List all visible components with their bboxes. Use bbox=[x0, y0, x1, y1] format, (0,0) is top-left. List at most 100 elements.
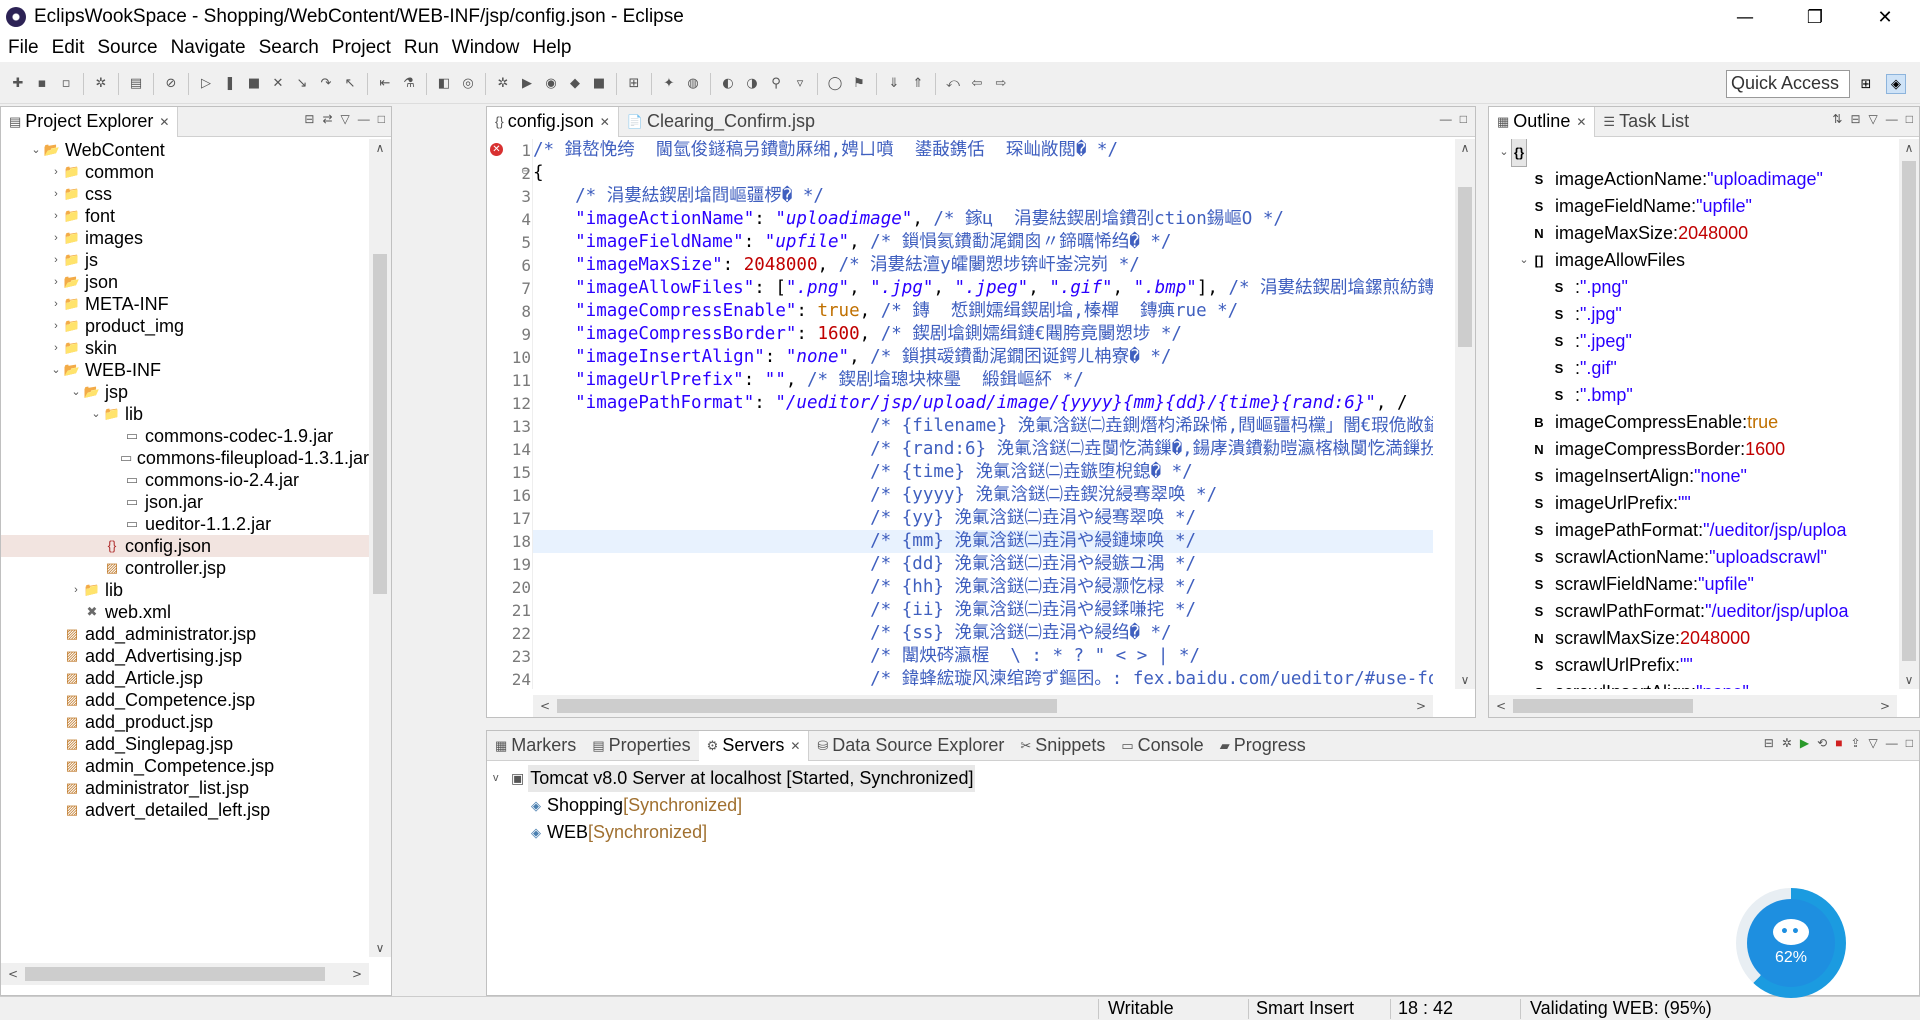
floating-progress-widget[interactable]: •• 62% bbox=[1736, 888, 1846, 998]
outline-item[interactable]: S : ".jpeg" bbox=[1489, 328, 1897, 355]
outline-item-scrawlactionname[interactable]: SscrawlActionName : "uploadscrawl" bbox=[1489, 544, 1897, 571]
scroll-thumb[interactable] bbox=[25, 967, 325, 981]
save-all-icon[interactable]: ▫ bbox=[57, 75, 75, 93]
maximize-button[interactable]: ❐ bbox=[1780, 0, 1850, 34]
tab-markers[interactable]: ▦ Markers bbox=[487, 731, 584, 761]
tree-item-config-json[interactable]: {} config.json bbox=[1, 535, 369, 557]
collapsed-chevron-icon[interactable]: › bbox=[49, 293, 63, 315]
browse-icon[interactable]: ◎ bbox=[459, 75, 477, 93]
code-area[interactable]: /* 鍓嶅悗绔 閫氫俊鐩稿叧鐨勯厤缃,娉ㄩ噴 鍙敮鎸佸 琛屾敞閲� */ { /*… bbox=[533, 139, 1433, 689]
search-icon[interactable]: ⚲ bbox=[767, 75, 785, 93]
tree-item-add-article-jsp[interactable]: ▨ add_Article.jsp bbox=[1, 667, 369, 689]
coverage-icon[interactable]: ◉ bbox=[542, 75, 560, 93]
server-module-shopping[interactable]: ◈ Shopping [Synchronized] bbox=[487, 792, 1919, 819]
outline-item-imagecompressborder[interactable]: NimageCompressBorder : 1600 bbox=[1489, 436, 1897, 463]
outline-item-scrawlinsertalign[interactable]: SscrawlInsertAlign : "none" bbox=[1489, 679, 1897, 689]
tree-item-skin[interactable]: › 📁 skin bbox=[1, 337, 369, 359]
outline-item-imageactionname[interactable]: SimageActionName : "uploadimage" bbox=[1489, 166, 1897, 193]
collapsed-chevron-icon[interactable]: › bbox=[49, 227, 63, 249]
scroll-thumb[interactable] bbox=[1458, 187, 1472, 347]
start-server-icon[interactable]: ▶ bbox=[1800, 736, 1809, 750]
tree-item-add-advertising-jsp[interactable]: ▨ add_Advertising.jsp bbox=[1, 645, 369, 667]
tree-item-add-administrator-jsp[interactable]: ▨ add_administrator.jsp bbox=[1, 623, 369, 645]
skip-breakpoints-icon[interactable]: ⊘ bbox=[162, 75, 180, 93]
close-button[interactable]: ✕ bbox=[1850, 0, 1920, 34]
tree-item-commons-fileupload-1-3-1-jar[interactable]: ▭ commons-fileupload-1.3.1.jar bbox=[1, 447, 369, 469]
tree-item-add-singlepag-jsp[interactable]: ▨ add_Singlepag.jsp bbox=[1, 733, 369, 755]
tree-item-web-inf[interactable]: ⌄ 📂 WEB-INF bbox=[1, 359, 369, 381]
search-menu-icon[interactable]: ▿ bbox=[791, 75, 809, 93]
outline-item-imagepathformat[interactable]: SimagePathFormat : "/ueditor/jsp/uploa bbox=[1489, 517, 1897, 544]
view-menu-icon[interactable]: ▽ bbox=[341, 112, 350, 126]
outline-item[interactable]: ⌄{} bbox=[1489, 139, 1897, 167]
tab-progress[interactable]: ▰ Progress bbox=[1212, 731, 1314, 761]
debug-server-icon[interactable]: ✲ bbox=[1782, 736, 1792, 750]
tree-item-product-img[interactable]: › 📁 product_img bbox=[1, 315, 369, 337]
server-module-web[interactable]: ◈ WEB [Synchronized] bbox=[487, 819, 1919, 846]
scroll-thumb[interactable] bbox=[1902, 161, 1916, 661]
collapse-all-icon[interactable]: ⊟ bbox=[304, 112, 314, 126]
open-task-icon[interactable]: ◑ bbox=[743, 75, 761, 93]
view-menu-icon[interactable]: ▽ bbox=[1869, 736, 1878, 750]
tab-snippets[interactable]: ✂ Snippets bbox=[1012, 731, 1113, 761]
expanded-chevron-icon[interactable]: ⌄ bbox=[1517, 247, 1531, 274]
menu-project[interactable]: Project bbox=[332, 37, 391, 59]
drop-frame-icon[interactable]: ⇤ bbox=[376, 75, 394, 93]
collapsed-chevron-icon[interactable]: › bbox=[49, 205, 63, 227]
editor-tab-clearing-confirm-jsp[interactable]: 📄 Clearing_Confirm.jsp bbox=[619, 107, 823, 137]
tab-outline[interactable]: ▦ Outline ✕ bbox=[1489, 106, 1596, 137]
step-over-icon[interactable]: ↷ bbox=[317, 75, 335, 93]
scroll-left-icon[interactable]: < bbox=[535, 699, 555, 713]
outline-item-scrawlfieldname[interactable]: SscrawlFieldName : "upfile" bbox=[1489, 571, 1897, 598]
menu-window[interactable]: Window bbox=[452, 37, 520, 59]
outline-item-scrawlmaxsize[interactable]: NscrawlMaxSize : 2048000 bbox=[1489, 625, 1897, 652]
filter-icon[interactable]: ⚗ bbox=[400, 75, 418, 93]
new-class-icon[interactable]: ◍ bbox=[684, 75, 702, 93]
new-server-icon[interactable]: ⊞ bbox=[625, 75, 643, 93]
close-icon[interactable]: ✕ bbox=[159, 115, 169, 129]
tab-properties[interactable]: ▤ Properties bbox=[584, 731, 698, 761]
tab-data-source-explorer[interactable]: ⛁ Data Source Explorer bbox=[809, 731, 1012, 761]
prev-annotation-icon[interactable]: ⇑ bbox=[909, 75, 927, 93]
editor-horizontal-scrollbar[interactable]: < > bbox=[533, 695, 1433, 717]
editor-tab-config-json[interactable]: {} config.json ✕ bbox=[487, 106, 619, 137]
tab-project-explorer[interactable]: ▤ Project Explorer ✕ bbox=[1, 106, 179, 137]
debug-icon[interactable]: ✲ bbox=[92, 75, 110, 93]
tree-item-css[interactable]: › 📁 css bbox=[1, 183, 369, 205]
tree-item-commons-io-2-4-jar[interactable]: ▭ commons-io-2.4.jar bbox=[1, 469, 369, 491]
sort-icon[interactable]: ⇅ bbox=[1832, 112, 1842, 126]
open-type-icon[interactable]: ◐ bbox=[719, 75, 737, 93]
minimize-view-icon[interactable]: — bbox=[1886, 736, 1898, 750]
tree-item-web-xml[interactable]: ✖ web.xml bbox=[1, 601, 369, 623]
terminate-icon[interactable]: ■ bbox=[245, 75, 263, 93]
scroll-up-icon[interactable]: ∧ bbox=[370, 141, 390, 155]
view-menu-icon[interactable]: ▽ bbox=[1869, 112, 1878, 126]
last-edit-icon[interactable]: ⤺ bbox=[944, 75, 962, 93]
suspend-icon[interactable]: ❚ bbox=[221, 75, 239, 93]
annotation-icon[interactable]: ⚑ bbox=[850, 75, 868, 93]
scroll-thumb[interactable] bbox=[1513, 699, 1693, 713]
outline-horizontal-scrollbar[interactable]: < > bbox=[1489, 695, 1897, 717]
collapsed-chevron-icon[interactable]: › bbox=[49, 161, 63, 183]
maximize-view-icon[interactable]: □ bbox=[378, 112, 385, 126]
menu-source[interactable]: Source bbox=[97, 37, 157, 59]
collapsed-chevron-icon[interactable]: › bbox=[49, 183, 63, 205]
expanded-chevron-icon[interactable]: ⌄ bbox=[29, 139, 43, 161]
scroll-down-icon[interactable]: ∨ bbox=[1899, 673, 1919, 687]
scroll-left-icon[interactable]: < bbox=[1491, 699, 1511, 713]
tree-item-ueditor-1-1-2-jar[interactable]: ▭ ueditor-1.1.2.jar bbox=[1, 513, 369, 535]
quick-access-input[interactable]: Quick Access bbox=[1726, 70, 1850, 98]
collapse-all-icon[interactable]: ⊟ bbox=[1850, 112, 1860, 126]
scroll-down-icon[interactable]: ∨ bbox=[370, 941, 390, 955]
globe-icon[interactable]: ◯ bbox=[826, 75, 844, 93]
collapsed-chevron-icon[interactable]: › bbox=[49, 249, 63, 271]
minimize-view-icon[interactable]: — bbox=[1440, 112, 1452, 126]
outline-item-imagemaxsize[interactable]: NimageMaxSize : 2048000 bbox=[1489, 220, 1897, 247]
next-annotation-icon[interactable]: ⇓ bbox=[885, 75, 903, 93]
expanded-chevron-icon[interactable]: ⌄ bbox=[89, 403, 103, 425]
outline-item-scrawlurlprefix[interactable]: SscrawlUrlPrefix : "" bbox=[1489, 652, 1897, 679]
disconnect-icon[interactable]: ✕ bbox=[269, 75, 287, 93]
close-icon[interactable]: ✕ bbox=[600, 115, 610, 129]
menu-help[interactable]: Help bbox=[532, 37, 571, 59]
tree-item-add-product-jsp[interactable]: ▨ add_product.jsp bbox=[1, 711, 369, 733]
